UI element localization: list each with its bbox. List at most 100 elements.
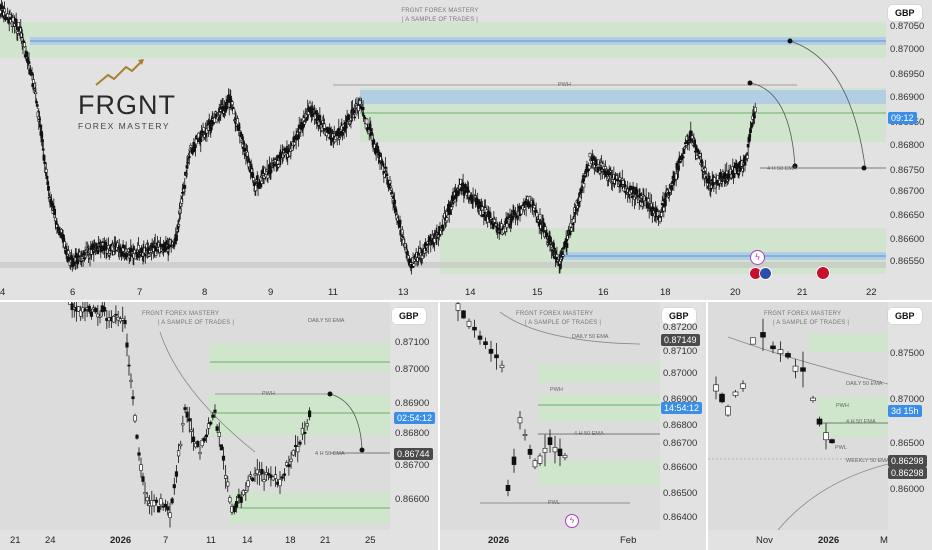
bl-candle	[187, 418, 191, 422]
top-candle	[361, 106, 365, 111]
top-candle	[277, 164, 280, 168]
br-candle	[725, 406, 731, 416]
bl-x-label-1: 24	[45, 535, 56, 546]
bl-candle	[280, 476, 284, 479]
bm-candle	[522, 434, 528, 436]
top-candle	[230, 101, 234, 106]
top-candle	[535, 212, 539, 218]
top-candle	[746, 144, 750, 148]
top-x-label-11: 20	[730, 287, 741, 298]
top-ema-label: 4 H 50 EMA	[767, 166, 797, 172]
top-candle	[582, 183, 586, 188]
bl-candle	[145, 497, 149, 502]
top-candle	[225, 105, 229, 110]
bl-candle	[125, 342, 129, 348]
top-candle	[578, 196, 582, 202]
bm-candle	[488, 348, 494, 354]
bottom-left-chart-panel[interactable]: FRGNT FOREX MASTERY | A SAMPLE OF TRADES…	[0, 302, 438, 550]
br-candle	[800, 367, 806, 372]
bm-green-zone-3	[538, 460, 660, 486]
bl-candle	[181, 423, 185, 426]
br-candle	[829, 439, 835, 444]
bm-candle	[527, 448, 533, 455]
bm-watermark-sub: | A SAMPLE OF TRADES |	[525, 320, 602, 326]
bl-x-label-3: 7	[163, 535, 169, 546]
bm-candle	[477, 335, 483, 340]
br-daily-ema-label: DAILY 50 EMA	[846, 381, 883, 387]
bottom-mid-price-chart[interactable]	[440, 302, 660, 530]
top-candle	[633, 194, 637, 198]
flag-icon-eu[interactable]	[759, 267, 772, 280]
top-currency-badge[interactable]: GBP	[888, 5, 922, 21]
top-candle	[194, 138, 198, 145]
bl-candle	[191, 436, 196, 443]
bl-ema-price-tag: 0.86744	[394, 448, 433, 460]
br-weekly-ema-label: WEEKLY 50 EMA	[846, 458, 890, 464]
top-chart-panel[interactable]: FRGNT FOREX MASTERY | A SAMPLE OF TRADES…	[0, 0, 932, 300]
bottom-left-price-chart[interactable]	[0, 302, 390, 530]
top-candle	[447, 209, 451, 216]
flag-icon-uk-2[interactable]	[816, 266, 830, 280]
bottom-right-chart-panel[interactable]: FRGNT FOREX MASTERY | A SAMPLE OF TRADES…	[708, 302, 932, 550]
br-currency-badge[interactable]: GBP	[888, 308, 922, 324]
br-candle	[750, 337, 756, 345]
top-candle	[456, 190, 460, 196]
bl-candle	[287, 464, 291, 468]
bl-candle	[282, 473, 287, 476]
top-candle	[41, 148, 45, 151]
bm-candle	[466, 320, 472, 327]
top-y-label-7: 0.86700	[890, 186, 925, 197]
bl-candle	[213, 409, 217, 413]
bl-candle	[137, 452, 141, 456]
bl-candle	[135, 434, 139, 439]
bl-candle	[289, 458, 293, 462]
top-x-label-4: 9	[268, 287, 274, 298]
bm-candle	[483, 341, 488, 345]
bm-daily-ema-label: DAILY 50 EMA	[572, 334, 609, 340]
top-candle	[352, 109, 356, 114]
top-candle	[322, 123, 326, 129]
top-candle	[681, 156, 685, 159]
bm-candle	[532, 460, 538, 468]
br-x-label-1: 2026	[818, 535, 840, 546]
top-candle	[353, 116, 357, 119]
flash-icon[interactable]: ϟ	[750, 250, 765, 265]
top-candle	[269, 169, 273, 173]
bl-currency-badge[interactable]: GBP	[392, 308, 426, 324]
top-candle	[620, 178, 624, 181]
top-price-chart[interactable]	[0, 0, 886, 284]
top-candle	[556, 259, 560, 262]
top-candle	[365, 118, 369, 125]
bl-candle	[174, 471, 179, 477]
bm-candle	[505, 485, 511, 492]
bottom-right-price-chart[interactable]	[708, 302, 888, 530]
bl-candle	[139, 464, 143, 471]
bl-x-label-7: 21	[320, 535, 331, 546]
top-candle	[561, 254, 565, 257]
bm-y-label-4: 0.86800	[663, 420, 698, 431]
top-candle	[34, 91, 38, 95]
top-candle	[545, 232, 549, 237]
top-candle	[630, 195, 634, 198]
bottom-mid-chart-panel[interactable]: FRGNT FOREX MASTERY | A SAMPLE OF TRADES…	[440, 302, 706, 550]
bl-candle	[159, 498, 163, 506]
bl-candle	[168, 512, 172, 519]
br-pwl-label: PWL	[835, 445, 847, 451]
bm-flash-icon[interactable]: ϟ	[565, 514, 579, 528]
br-candle	[732, 391, 739, 396]
bl-candle	[211, 414, 215, 418]
bl-candle	[253, 473, 257, 476]
top-candle	[347, 114, 351, 118]
top-candle	[193, 144, 197, 148]
bl-watermark-sub: | A SAMPLE OF TRADES |	[158, 320, 235, 326]
top-candle	[27, 61, 31, 64]
top-y-label-6: 0.86750	[890, 165, 925, 176]
bl-candle	[176, 450, 181, 457]
top-candle	[452, 200, 456, 203]
bm-candle	[517, 417, 523, 424]
bm-countdown-tag: 14:54:12	[661, 402, 703, 414]
top-candle	[232, 108, 236, 115]
bl-candle	[209, 421, 213, 425]
bm-x-label-1: Feb	[620, 535, 637, 546]
top-candle	[153, 243, 157, 246]
